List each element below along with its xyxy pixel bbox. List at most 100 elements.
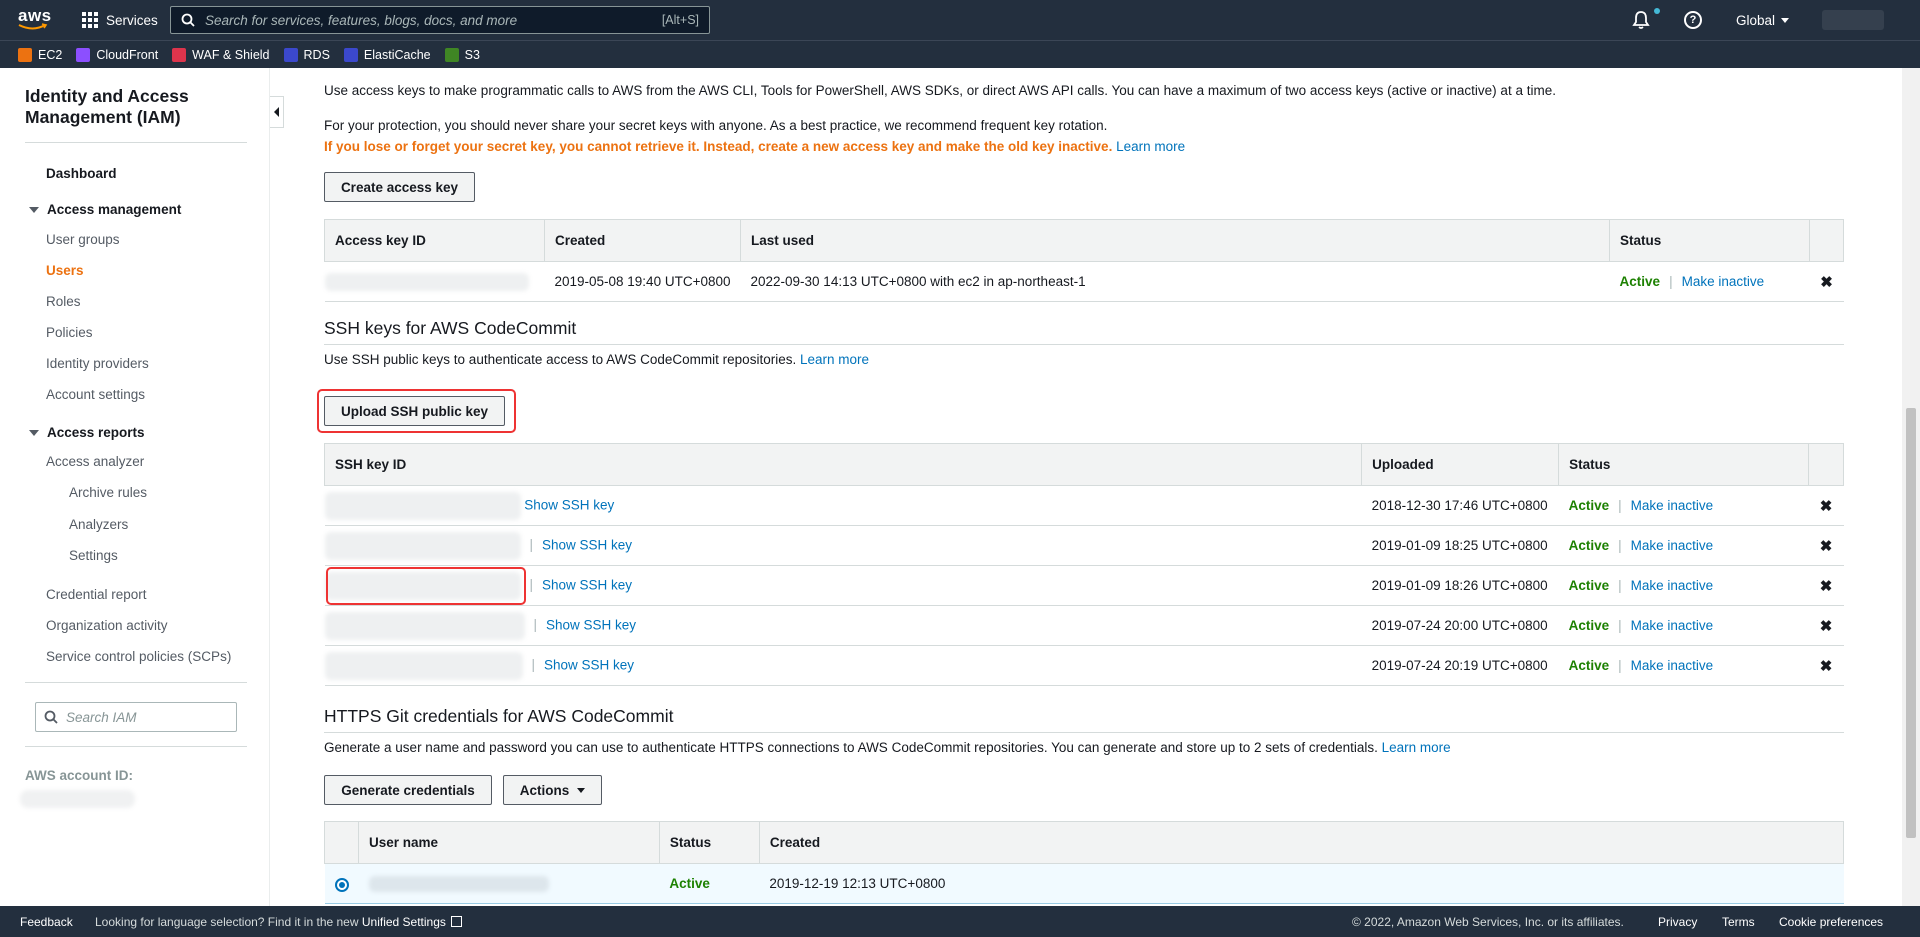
column-header-ssh-key-id[interactable]: SSH key ID bbox=[323, 443, 1363, 486]
column-header-access-key-id[interactable]: Access key ID bbox=[324, 219, 545, 262]
show-ssh-key-link[interactable]: Show SSH key bbox=[524, 497, 614, 512]
access-keys-learn-more-link[interactable]: Learn more bbox=[1116, 139, 1185, 154]
services-menu-button[interactable]: Services bbox=[82, 0, 158, 40]
delete-ssh-key-button[interactable]: ✖ bbox=[1808, 565, 1844, 606]
delete-ssh-key-button[interactable]: ✖ bbox=[1808, 605, 1844, 646]
waf-shield-icon bbox=[172, 47, 187, 62]
ssh-key-status-cell: Active | Make inactive bbox=[1558, 605, 1809, 646]
sidebar-item-scps[interactable]: Service control policies (SCPs) bbox=[46, 649, 231, 664]
column-header-uploaded[interactable]: Uploaded bbox=[1361, 443, 1560, 486]
https-git-heading: HTTPS Git credentials for AWS CodeCommit bbox=[324, 706, 674, 726]
make-inactive-link[interactable]: Make inactive bbox=[1631, 578, 1714, 593]
https-git-learn-more-link[interactable]: Learn more bbox=[1382, 740, 1451, 755]
help-icon[interactable]: ? bbox=[1684, 11, 1702, 29]
sidebar-item-policies[interactable]: Policies bbox=[46, 325, 93, 340]
access-keys-intro: Use access keys to make programmatic cal… bbox=[324, 83, 1556, 98]
sidebar: Identity and Access Management (IAM) Das… bbox=[0, 68, 270, 906]
credential-user-name-redacted bbox=[358, 863, 660, 904]
sidebar-item-dashboard[interactable]: Dashboard bbox=[46, 166, 117, 181]
table-row: Show SSH key 2018-12-30 17:46 UTC+0800 A… bbox=[324, 485, 1844, 526]
sidebar-item-account-settings[interactable]: Account settings bbox=[46, 387, 145, 402]
column-header-status[interactable]: Status bbox=[658, 821, 760, 864]
create-access-key-button[interactable]: Create access key bbox=[324, 172, 475, 202]
column-header-created[interactable]: Created bbox=[758, 821, 1845, 864]
table-row[interactable]: Active 2019-12-19 12:13 UTC+0800 bbox=[324, 863, 1844, 904]
account-menu[interactable] bbox=[1822, 10, 1884, 30]
sidebar-item-user-groups[interactable]: User groups bbox=[46, 232, 120, 247]
ssh-key-uploaded: 2019-01-09 18:25 UTC+0800 bbox=[1361, 525, 1559, 566]
sidebar-title[interactable]: Identity and Access Management (IAM) bbox=[25, 86, 245, 128]
show-ssh-key-link[interactable]: Show SSH key bbox=[546, 617, 636, 632]
sidebar-item-settings[interactable]: Settings bbox=[69, 548, 118, 563]
access-keys-table: Access key ID Created Last used Status 2… bbox=[324, 219, 1845, 302]
sidebar-section-access-management[interactable]: Access management bbox=[29, 202, 181, 217]
column-header-status[interactable]: Status bbox=[1609, 219, 1810, 262]
privacy-link[interactable]: Privacy bbox=[1658, 915, 1697, 929]
column-header-user-name[interactable]: User name bbox=[358, 821, 660, 864]
column-header-status[interactable]: Status bbox=[1558, 443, 1809, 486]
section-divider bbox=[324, 344, 1844, 345]
favorite-cloudfront[interactable]: CloudFront bbox=[76, 47, 158, 62]
feedback-link[interactable]: Feedback bbox=[20, 915, 73, 929]
column-header-created[interactable]: Created bbox=[543, 219, 742, 262]
sidebar-item-access-analyzer[interactable]: Access analyzer bbox=[46, 454, 144, 469]
close-icon: ✖ bbox=[1819, 537, 1833, 555]
sidebar-item-archive-rules[interactable]: Archive rules bbox=[69, 485, 147, 500]
make-inactive-link[interactable]: Make inactive bbox=[1631, 618, 1714, 633]
footer: Feedback Looking for language selection?… bbox=[0, 906, 1920, 937]
access-keys-warning-line: If you lose or forget your secret key, y… bbox=[324, 139, 1185, 154]
close-icon: ✖ bbox=[1819, 617, 1833, 635]
collapse-sidebar-button[interactable] bbox=[270, 96, 284, 128]
make-inactive-link[interactable]: Make inactive bbox=[1682, 274, 1765, 289]
cookie-preferences-link[interactable]: Cookie preferences bbox=[1779, 915, 1883, 929]
column-header-last-used[interactable]: Last used bbox=[739, 219, 1611, 262]
delete-ssh-key-button[interactable]: ✖ bbox=[1808, 645, 1844, 686]
unified-settings-link[interactable]: Unified Settings bbox=[362, 915, 446, 929]
search-shortcut: [Alt+S] bbox=[661, 13, 699, 27]
favorite-ec2[interactable]: EC2 bbox=[18, 47, 62, 62]
ssh-key-status-cell: Active | Make inactive bbox=[1558, 565, 1809, 606]
column-header-delete bbox=[1808, 219, 1845, 262]
sidebar-item-roles[interactable]: Roles bbox=[46, 294, 81, 309]
ssh-keys-description-line: Use SSH public keys to authenticate acce… bbox=[324, 352, 869, 367]
bell-icon[interactable] bbox=[1632, 10, 1650, 30]
make-inactive-link[interactable]: Make inactive bbox=[1631, 658, 1714, 673]
ssh-key-uploaded: 2018-12-30 17:46 UTC+0800 bbox=[1361, 485, 1559, 526]
delete-ssh-key-button[interactable]: ✖ bbox=[1808, 485, 1844, 526]
favorite-waf-shield[interactable]: WAF & Shield bbox=[172, 47, 270, 62]
sidebar-item-users[interactable]: Users bbox=[46, 263, 84, 278]
sidebar-section-access-reports[interactable]: Access reports bbox=[29, 425, 145, 440]
upload-ssh-public-key-button[interactable]: Upload SSH public key bbox=[324, 396, 505, 426]
page-scrollbar[interactable] bbox=[1902, 68, 1920, 906]
terms-link[interactable]: Terms bbox=[1722, 915, 1755, 929]
https-git-description: Generate a user name and password you ca… bbox=[324, 740, 1378, 755]
s3-icon bbox=[444, 47, 459, 62]
copyright-text: © 2022, Amazon Web Services, Inc. or its… bbox=[1352, 914, 1624, 929]
scrollbar-thumb[interactable] bbox=[1906, 408, 1916, 838]
generate-credentials-button[interactable]: Generate credentials bbox=[324, 775, 492, 805]
actions-dropdown-button[interactable]: Actions bbox=[503, 775, 602, 805]
ssh-keys-learn-more-link[interactable]: Learn more bbox=[800, 352, 869, 367]
make-inactive-link[interactable]: Make inactive bbox=[1631, 538, 1714, 553]
show-ssh-key-link[interactable]: Show SSH key bbox=[542, 577, 632, 592]
aws-logo[interactable]: aws bbox=[18, 7, 51, 32]
favorite-elasticache[interactable]: ElastiCache bbox=[343, 47, 431, 62]
search-iam-input[interactable]: Search IAM bbox=[35, 702, 237, 732]
delete-ssh-key-button[interactable]: ✖ bbox=[1808, 525, 1844, 566]
sidebar-item-identity-providers[interactable]: Identity providers bbox=[46, 356, 149, 371]
sidebar-item-credential-report[interactable]: Credential report bbox=[46, 587, 147, 602]
table-row: | Show SSH key 2019-07-24 20:00 UTC+0800 … bbox=[324, 605, 1844, 646]
credential-status: Active bbox=[659, 863, 760, 904]
favorite-s3[interactable]: S3 bbox=[444, 47, 480, 62]
favorite-rds[interactable]: RDS bbox=[283, 47, 330, 62]
row-select-radio[interactable] bbox=[324, 863, 359, 904]
show-ssh-key-link[interactable]: Show SSH key bbox=[542, 537, 632, 552]
delete-access-key-button[interactable]: ✖ bbox=[1809, 261, 1844, 302]
sidebar-item-analyzers[interactable]: Analyzers bbox=[69, 517, 128, 532]
global-search-input[interactable]: Search for services, features, blogs, do… bbox=[170, 6, 710, 34]
status-badge: Active bbox=[1568, 658, 1610, 673]
region-selector[interactable]: Global bbox=[1736, 0, 1790, 40]
make-inactive-link[interactable]: Make inactive bbox=[1631, 498, 1714, 513]
show-ssh-key-link[interactable]: Show SSH key bbox=[544, 657, 634, 672]
sidebar-item-organization-activity[interactable]: Organization activity bbox=[46, 618, 168, 633]
